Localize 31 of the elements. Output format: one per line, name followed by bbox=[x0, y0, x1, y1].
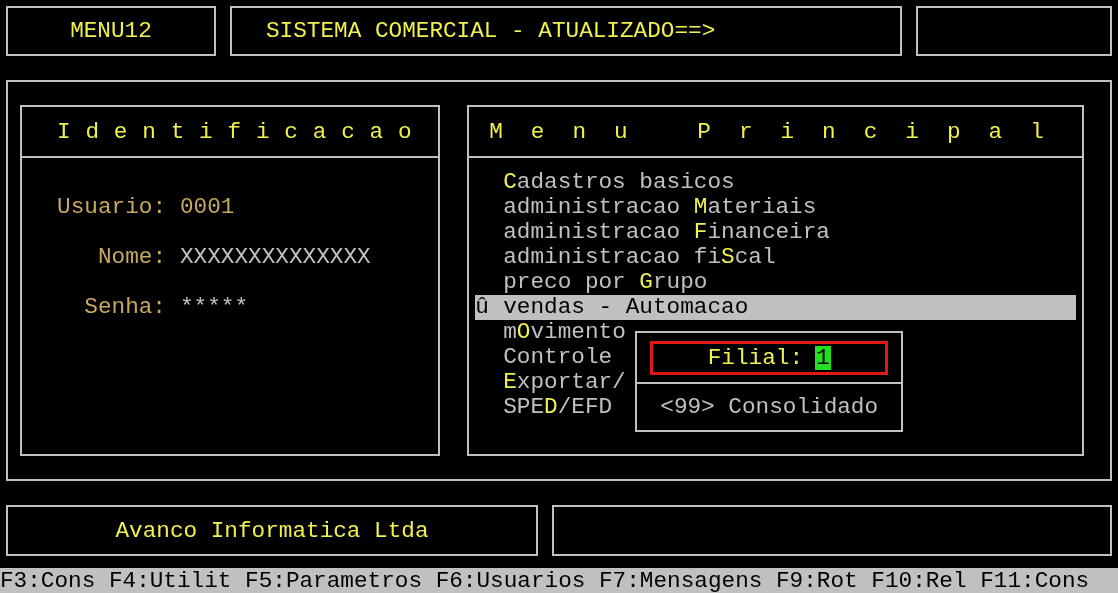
field-value: 0001 bbox=[180, 195, 236, 219]
function-key[interactable]: F6:Usuarios bbox=[435, 568, 586, 593]
menu-item[interactable]: administracao fiScal bbox=[475, 245, 776, 270]
field-label: Usuario: bbox=[56, 195, 166, 219]
function-key[interactable]: F11:Cons bbox=[980, 568, 1090, 593]
menu-item[interactable]: û vendas - Automacao bbox=[475, 295, 1076, 320]
menu-item[interactable]: Cadastros basicos bbox=[475, 170, 735, 195]
menu-item[interactable]: Controle bbox=[475, 345, 613, 370]
function-key[interactable]: F5:Parametros bbox=[245, 568, 423, 593]
field-value: ***** bbox=[180, 295, 250, 319]
panel-title: Identificacao bbox=[22, 107, 439, 158]
program-code: MENU12 bbox=[6, 6, 216, 56]
system-title: SISTEMA COMERCIAL - ATUALIZADO==> bbox=[230, 6, 902, 56]
field-label: Nome: bbox=[96, 245, 166, 269]
company-name: Avanco Informatica Ltda bbox=[6, 505, 538, 556]
function-key[interactable]: F3:Cons bbox=[0, 568, 96, 593]
menu-item[interactable]: preco por Grupo bbox=[475, 270, 708, 295]
field-value: XXXXXXXXXXXXXX bbox=[180, 245, 371, 269]
function-key[interactable]: F7:Mensagens bbox=[599, 568, 763, 593]
function-key[interactable]: F9:Rot bbox=[776, 568, 858, 593]
menu-item[interactable]: administracao Materiais bbox=[475, 195, 817, 220]
function-key[interactable]: F4:Utilit bbox=[108, 568, 232, 593]
menu-item[interactable]: administracao Financeira bbox=[475, 220, 830, 245]
branch-input-field[interactable]: Filial: 1 bbox=[650, 340, 889, 375]
function-key[interactable]: F10:Rel bbox=[871, 568, 967, 593]
menu-item[interactable]: Exportar/ bbox=[475, 370, 626, 395]
field-label: Senha: bbox=[83, 295, 166, 319]
menu-item[interactable]: mOvimento bbox=[475, 320, 626, 345]
consolidated-option[interactable]: <99> Consolidado bbox=[637, 384, 902, 430]
panel-title: Menu Principal bbox=[469, 107, 1082, 158]
menu-item[interactable]: SPED/EFD bbox=[475, 395, 613, 420]
